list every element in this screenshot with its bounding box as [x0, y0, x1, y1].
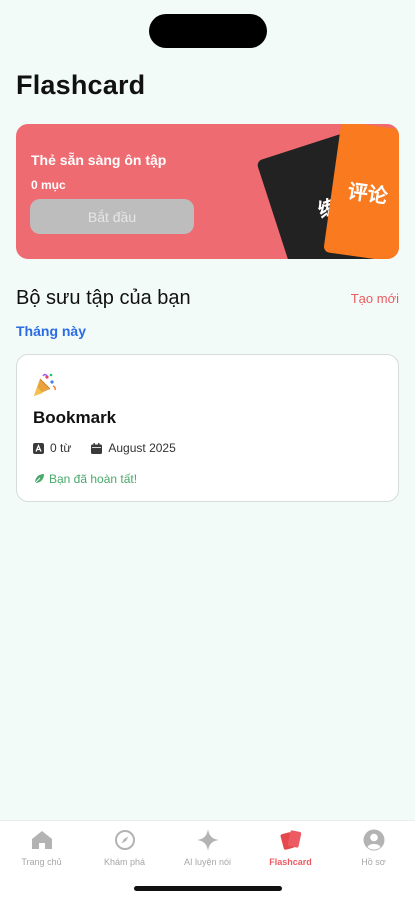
tab-home-label: Trang chủ [21, 857, 62, 867]
dynamic-island [149, 14, 267, 48]
tab-ai-speaking-label: AI luyện nói [183, 857, 232, 867]
collections-header: Bộ sưu tập của bạn Tạo mới [16, 284, 399, 312]
month-filter[interactable]: Tháng này [16, 323, 86, 339]
home-indicator [134, 886, 282, 891]
collections-title: Bộ sưu tập của bạn [16, 286, 191, 309]
completion-status: Bạn đã hoàn tất! [33, 472, 137, 486]
review-item-count: 0 mục [31, 178, 66, 192]
deck-card-orange-text: 评论 [346, 178, 390, 208]
collection-date: August 2025 [108, 441, 176, 455]
start-review-button[interactable]: Bắt đầu [30, 199, 194, 234]
collection-card[interactable]: Bookmark 0 từ August 2025 Bạn đã hoàn tấ… [16, 354, 399, 502]
page-title: Flashcard [16, 70, 146, 100]
completion-text: Bạn đã hoàn tất! [49, 472, 138, 486]
tab-home[interactable]: Trang chủ [0, 821, 83, 900]
compass-icon [114, 830, 135, 850]
sparkle-icon [196, 829, 219, 851]
review-ready-title: Thẻ sẵn sàng ôn tập [31, 152, 167, 168]
tab-profile-label: Hồ sơ [361, 857, 386, 867]
collection-meta: 0 từ August 2025 [33, 441, 176, 455]
collection-word-count: 0 từ [50, 441, 72, 455]
calendar-icon [91, 442, 103, 454]
leaf-icon [33, 474, 44, 485]
flashcard-icon [280, 830, 301, 850]
review-ready-card: Thẻ sẵn sàng ôn tập 0 mục Bắt đầu 练习 评论 [16, 124, 399, 259]
profile-icon [363, 829, 384, 851]
create-collection-button[interactable]: Tạo mới [351, 291, 399, 306]
tab-flashcard-label: Flashcard [269, 857, 312, 867]
tab-explore-label: Khám phá [103, 857, 146, 867]
translate-icon [33, 442, 44, 454]
home-icon [31, 831, 52, 849]
tab-profile[interactable]: Hồ sơ [332, 821, 415, 900]
collection-name: Bookmark [33, 408, 117, 427]
party-popper-icon [34, 373, 56, 396]
